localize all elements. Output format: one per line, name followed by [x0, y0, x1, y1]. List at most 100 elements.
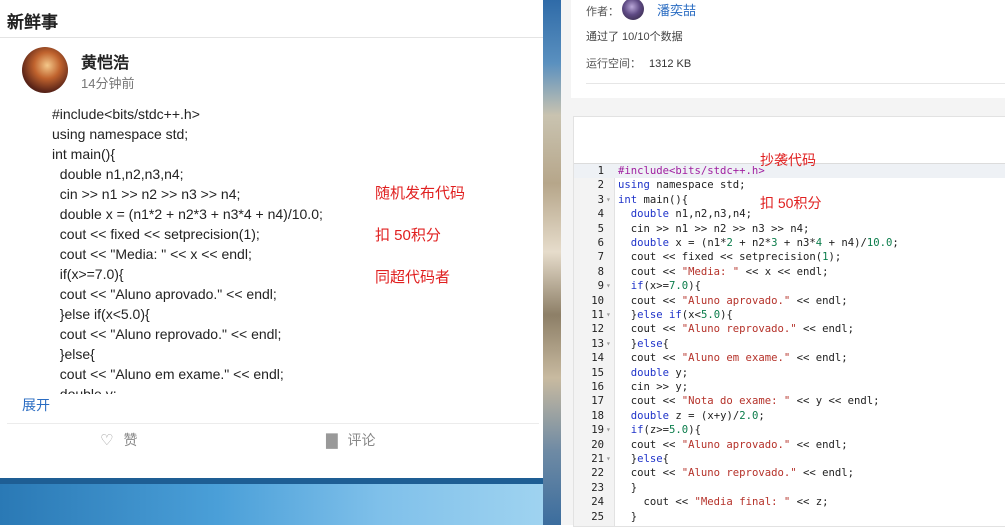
- line-number: 5: [597, 222, 604, 235]
- code-token: ){: [688, 280, 701, 293]
- line-number: 12: [591, 323, 604, 336]
- chevron-down-icon[interactable]: ▾: [606, 308, 611, 322]
- code-editor[interactable]: 1 #include<bits/stdc++.h> 2 using namespace…: [574, 164, 1005, 526]
- chevron-down-icon[interactable]: ▾: [606, 193, 611, 207]
- code-token: }: [618, 453, 638, 465]
- code-line: cout << "Aluno em exame." << endl;: [52, 366, 284, 382]
- line-number: 11: [591, 309, 604, 321]
- code-text: cout << "Aluno em exame." << endl;: [618, 351, 848, 365]
- code-token: {: [662, 453, 670, 465]
- like-button[interactable]: ♡ 赞: [100, 430, 137, 450]
- divider: [586, 83, 1005, 84]
- code-line: 21 ▾ }else{: [574, 452, 1005, 466]
- test-result: 通过了 10/10个数据: [586, 31, 683, 43]
- code-line: 10 cout << "Aluno aprovado." << endl;: [574, 294, 1005, 308]
- code-token: "Media: ": [681, 265, 740, 278]
- code-line: 16 cin >> y;: [574, 380, 1005, 394]
- line-number: 15: [591, 366, 604, 379]
- code-line: cout << "Media: " << x << endl;: [52, 246, 252, 262]
- code-line: 18 double z = (x+y)/2.0;: [574, 409, 1005, 423]
- line-number: 8: [597, 265, 604, 278]
- code-token: x = (n1*: [669, 237, 727, 249]
- annotation-random-post: 随机发布代码: [375, 185, 466, 202]
- background-image-strip: [543, 0, 561, 525]
- code-token: cout <<: [618, 395, 682, 408]
- post-author-name[interactable]: 黄恺浩: [81, 49, 129, 73]
- code-line: 17 cout << "Nota do exame: " << y << end…: [574, 394, 1005, 408]
- chevron-down-icon[interactable]: ▾: [606, 423, 611, 437]
- annotation-deduct-points: 扣 50积分: [760, 195, 822, 211]
- code-token: + n3*: [777, 237, 816, 249]
- submission-info: 作者： 潘奕喆 通过了 10/10个数据 运行空间： 1312 KB: [571, 0, 1005, 98]
- code-line: 11 ▾ }else if(x<5.0){: [574, 308, 1005, 322]
- code-token: );: [828, 251, 842, 264]
- code-text: double y;: [618, 366, 688, 380]
- expand-link[interactable]: 展开: [22, 395, 50, 415]
- code-line: 5 cin >> n1 >> n2 >> n3 >> n4;: [574, 222, 1005, 236]
- code-token: "Aluno reprovado.": [681, 467, 797, 480]
- code-line: cout << fixed << setprecision(1);: [52, 226, 260, 242]
- code-line: 8 cout << "Media: " << x << endl;: [574, 265, 1005, 279]
- code-text: cout << fixed << setprecision(1);: [618, 250, 842, 264]
- code-token: n1,n2,n3,n4;: [669, 208, 752, 221]
- code-text: }else if(x<5.0){: [618, 308, 733, 322]
- post-code-content: #include<bits/stdc++.h> using namespace s…: [52, 104, 372, 394]
- code-viewer: 1 #include<bits/stdc++.h> 2 using namespace…: [573, 116, 1005, 527]
- author-name-link[interactable]: 潘奕喆: [657, 0, 696, 19]
- chevron-down-icon[interactable]: ▾: [606, 279, 611, 293]
- avatar[interactable]: [22, 47, 68, 93]
- code-line: 19 ▾ if(z>=5.0){: [574, 423, 1005, 437]
- code-token: else: [637, 337, 663, 350]
- code-token: double: [630, 366, 670, 379]
- code-token: << y << endl;: [790, 395, 880, 408]
- code-token: (x>=: [643, 280, 670, 293]
- line-number: 6: [597, 237, 604, 249]
- code-line: #include<bits/stdc++.h>: [52, 106, 200, 122]
- code-token: cout <<: [618, 294, 682, 307]
- line-number: 10: [591, 294, 604, 307]
- code-token: }: [618, 510, 638, 523]
- line-number: 13: [591, 337, 604, 350]
- code-token: cout <<: [618, 438, 682, 451]
- code-token: cout <<: [618, 323, 682, 336]
- code-token: << endl;: [790, 352, 848, 365]
- avatar[interactable]: [622, 0, 644, 20]
- code-token: "Aluno aprovado.": [681, 438, 791, 451]
- line-number: 19: [591, 424, 604, 437]
- line-number: 18: [591, 409, 604, 422]
- code-token: cin >> n1 >> n2 >> n3 >> n4;: [618, 222, 810, 235]
- feed-title: 新鲜事: [7, 13, 58, 32]
- code-token: 7.0: [669, 280, 689, 293]
- code-token: int: [618, 193, 638, 206]
- line-number: 7: [597, 251, 604, 264]
- heart-icon: ♡: [100, 432, 114, 449]
- code-text: }else{: [618, 452, 669, 466]
- code-token: cout <<: [618, 265, 682, 278]
- comment-button[interactable]: ▇ 评论: [326, 430, 376, 450]
- code-token: << z;: [790, 496, 829, 509]
- code-text: if(x>=7.0){: [618, 279, 701, 293]
- code-token: double: [630, 208, 670, 221]
- code-token: << endl;: [796, 323, 854, 336]
- chevron-down-icon[interactable]: ▾: [606, 337, 611, 351]
- code-text: cin >> y;: [618, 380, 688, 394]
- code-token: "Aluno em exame.": [681, 352, 791, 365]
- chevron-down-icon[interactable]: ▾: [606, 452, 611, 466]
- divider: [7, 423, 539, 424]
- code-token: {: [662, 337, 670, 350]
- code-text: cin >> n1 >> n2 >> n3 >> n4;: [618, 222, 810, 236]
- code-token: }: [618, 337, 638, 350]
- memory-usage: 运行空间： 1312 KB: [586, 55, 691, 71]
- code-token: + n2*: [732, 237, 772, 249]
- line-number: 20: [591, 438, 604, 451]
- line-number: 16: [591, 381, 604, 393]
- code-token: else if: [637, 309, 682, 321]
- line-number: 17: [591, 395, 604, 408]
- code-text: }else{: [618, 337, 669, 351]
- annotation-same-code: 同超代码者: [375, 269, 451, 286]
- code-token: double: [630, 237, 670, 249]
